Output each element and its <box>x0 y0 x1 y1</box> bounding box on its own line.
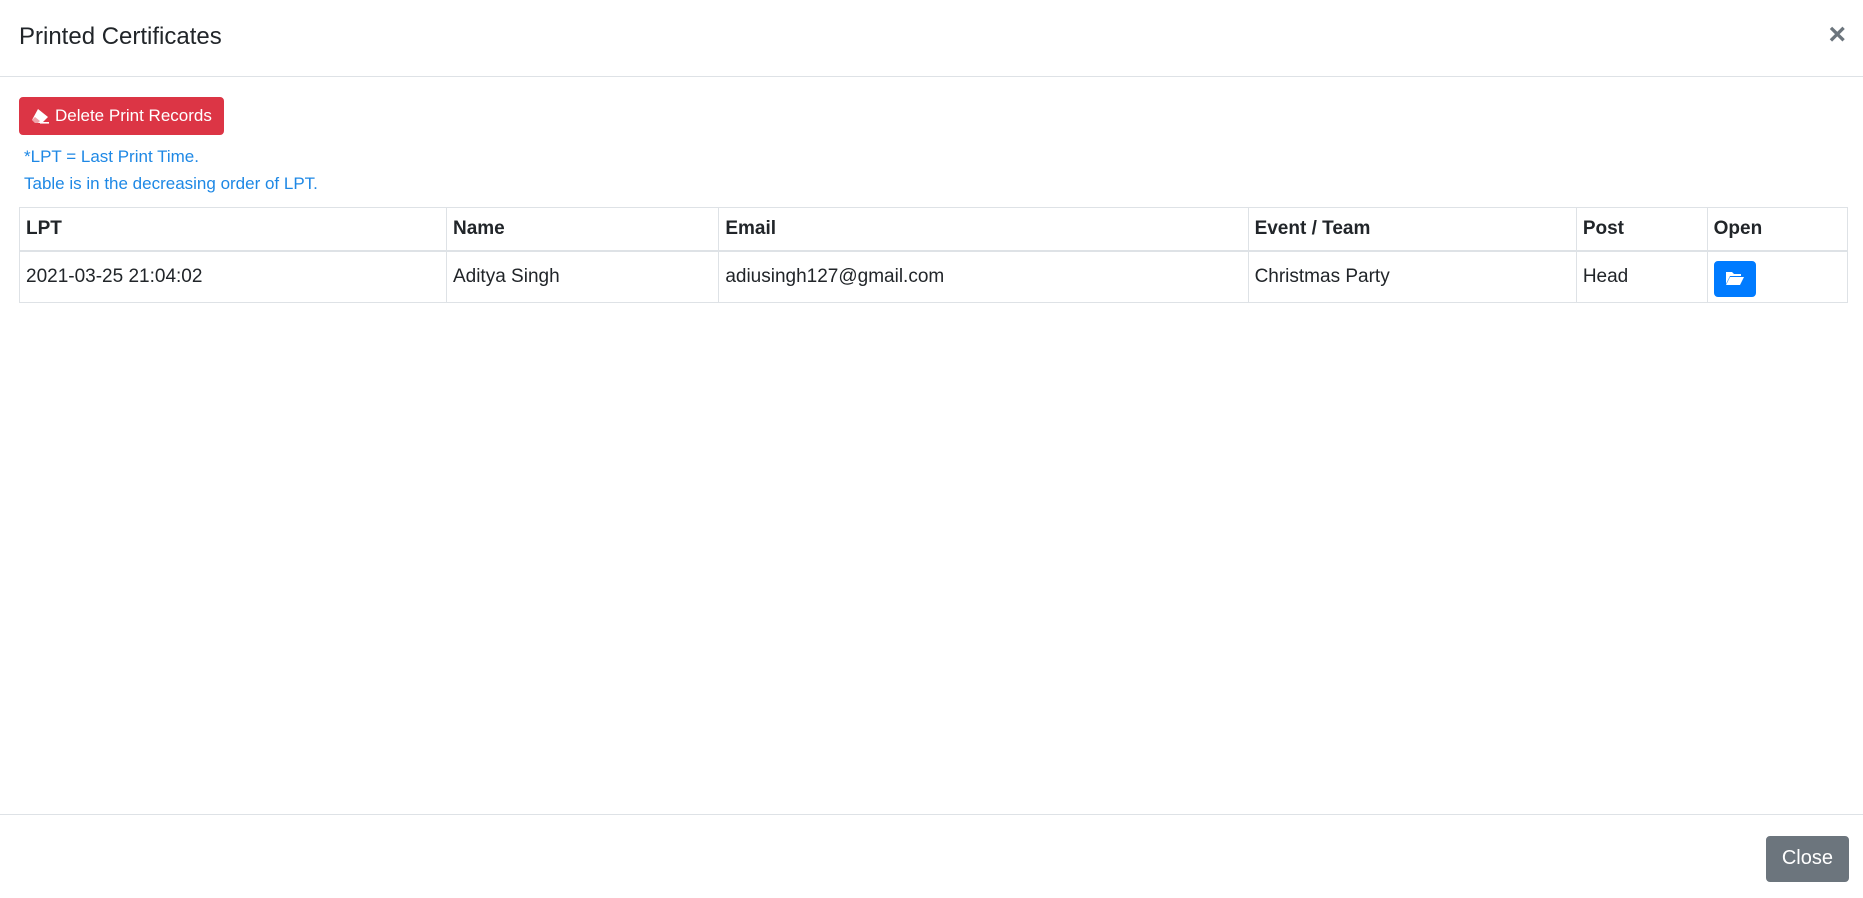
notes: *LPT = Last Print Time. Table is in the … <box>24 143 1844 197</box>
delete-button-label: Delete Print Records <box>55 106 212 125</box>
modal-header: Printed Certificates × <box>0 0 1863 77</box>
column-header-email: Email <box>718 207 1249 252</box>
folder-open-icon <box>1725 270 1745 289</box>
cell-open <box>1706 250 1849 303</box>
cell-post: Head <box>1575 250 1708 303</box>
certificates-table: LPT Name Email Event / Team Post Open 20… <box>19 207 1849 303</box>
column-header-post: Post <box>1575 207 1708 252</box>
open-certificate-button[interactable] <box>1713 261 1756 297</box>
table-header-row: LPT Name Email Event / Team Post Open <box>19 207 1849 252</box>
cell-email: adiusingh127@gmail.com <box>718 250 1249 303</box>
cell-lpt: 2021-03-25 21:04:02 <box>19 250 447 303</box>
eraser-icon <box>31 108 49 124</box>
modal-body: Delete Print Records *LPT = Last Print T… <box>0 77 1863 323</box>
column-header-name: Name <box>445 207 720 252</box>
cell-event-team: Christmas Party <box>1247 250 1577 303</box>
close-button[interactable]: Close <box>1765 835 1849 882</box>
table-row: 2021-03-25 21:04:02 Aditya Singh adiusin… <box>19 250 1849 303</box>
close-x-button[interactable]: × <box>1828 20 1846 50</box>
modal-footer: Close <box>0 814 1863 898</box>
modal-title: Printed Certificates <box>19 22 222 50</box>
note-table-order: Table is in the decreasing order of LPT. <box>24 174 318 193</box>
cell-name: Aditya Singh <box>445 250 720 303</box>
delete-print-records-button[interactable]: Delete Print Records <box>19 97 224 135</box>
column-header-lpt: LPT <box>19 207 447 252</box>
column-header-open: Open <box>1706 207 1849 252</box>
printed-certificates-modal: Printed Certificates × Delete Print Reco… <box>0 0 1863 898</box>
note-lpt-definition: *LPT = Last Print Time. <box>24 147 199 166</box>
column-header-event-team: Event / Team <box>1247 207 1577 252</box>
